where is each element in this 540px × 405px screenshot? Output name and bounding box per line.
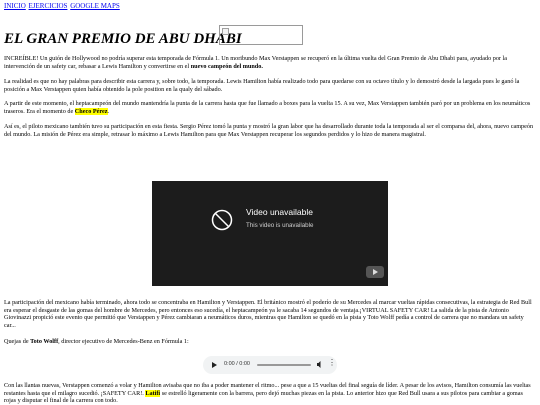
audio-progress-track[interactable] (257, 364, 311, 366)
audio-player[interactable]: 0:00 / 0:00 ⋮ (203, 356, 337, 374)
paragraph-text: Quejas de (4, 338, 31, 345)
nav-link-google-maps[interactable]: GOOGLE MAPS (70, 2, 120, 10)
volume-icon[interactable] (317, 361, 323, 368)
bold-text: nuevo campeón del mundo. (190, 62, 263, 70)
embedded-video-player[interactable]: Video unavailable This video is unavaila… (152, 181, 388, 286)
highlighted-name: Checo Pérez (74, 107, 108, 115)
highlighted-name: Latifi (145, 389, 161, 397)
audio-time: 0:00 / 0:00 (224, 361, 250, 367)
article-paragraph-6: Quejas de Toto Wolff, director ejecutivo… (4, 338, 536, 346)
more-options-icon[interactable]: ⋮ (328, 359, 336, 367)
nav-link-ejercicios[interactable]: EJERCICIOS (29, 2, 68, 10)
video-unavailable-subtitle: This video is unavailable (246, 222, 314, 229)
page-title: EL GRAN PREMIO DE ABU DHABI (4, 31, 242, 47)
video-unavailable-title: Video unavailable (246, 207, 313, 217)
article-paragraph-1: INCREÍBLE! Un guión de Hollywood no podr… (4, 55, 536, 70)
unavailable-icon (211, 209, 233, 231)
nav-link-inicio[interactable]: INICIO (4, 2, 26, 10)
broken-image (219, 25, 303, 45)
youtube-logo-icon[interactable] (366, 266, 384, 278)
article-paragraph-5: La participación del mexicano había term… (4, 299, 532, 329)
article-paragraph-7: Con las llantas nuevas, Verstappen comen… (4, 382, 536, 405)
paragraph-text-end: . (107, 107, 110, 115)
bold-name: Toto Wolff (30, 338, 59, 345)
article-paragraph-2: La realidad es que no hay palabras para … (4, 78, 520, 93)
article-paragraph-3: A partir de este momento, el heptacampeó… (4, 100, 536, 115)
top-nav: INICIO EJERCICIOS GOOGLE MAPS (4, 2, 121, 10)
paragraph-text-end: , director ejecutivo de Mercedes-Benz en… (58, 338, 189, 345)
article-paragraph-4: Así es, el piloto mexicano también tuvo … (4, 123, 534, 138)
broken-image-icon (222, 28, 229, 35)
play-icon[interactable] (212, 362, 217, 368)
